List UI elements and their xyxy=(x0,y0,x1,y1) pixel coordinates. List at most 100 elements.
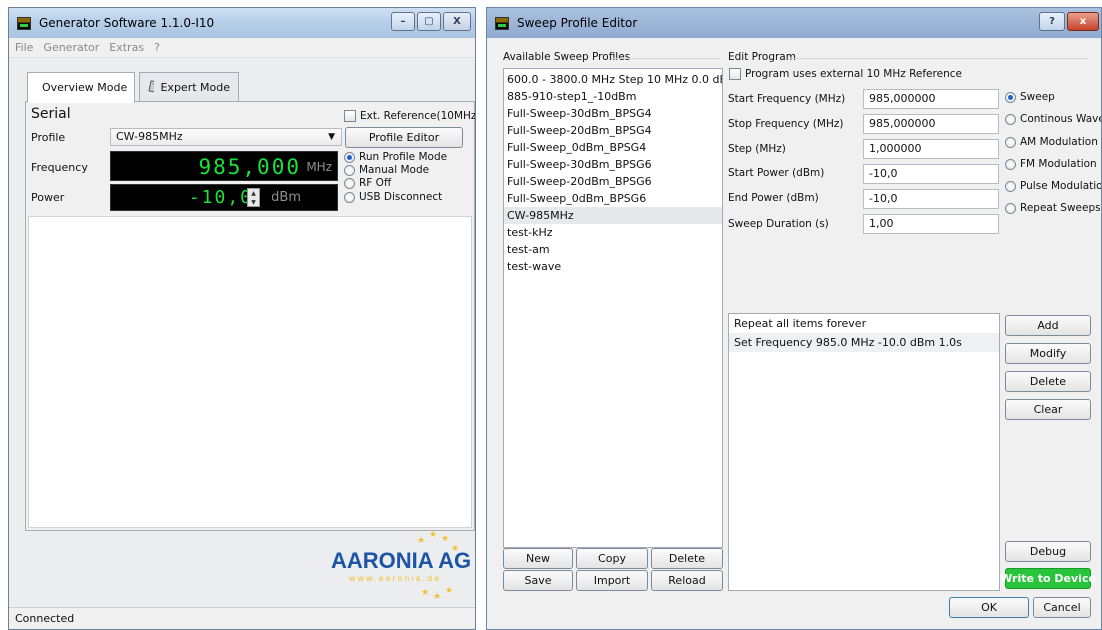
tab-overview-mode[interactable]: Overview Mode xyxy=(27,72,135,103)
start-frequency-input[interactable]: 985,000000 xyxy=(863,89,999,109)
maximize-button[interactable]: ▢ xyxy=(417,12,441,31)
list-item[interactable]: Repeat all items forever xyxy=(729,314,999,333)
menu-bar: File Generator Extras ? xyxy=(9,38,475,58)
end-power-input[interactable]: -10,0 xyxy=(863,189,999,209)
new-profile-button[interactable]: New xyxy=(503,548,573,569)
modify-step-button[interactable]: Modify xyxy=(1005,343,1091,364)
list-item[interactable]: test-wave xyxy=(504,258,722,275)
frequency-label: Frequency xyxy=(31,161,88,174)
radio-icon xyxy=(1005,158,1016,170)
chevron-down-icon: ▼ xyxy=(328,132,335,142)
power-display[interactable]: -10,0 ▲ ▼ dBm xyxy=(110,184,338,211)
profile-list[interactable]: 600.0 - 3800.0 MHz Step 10 MHz 0.0 dBm 2… xyxy=(503,68,723,548)
serial-group: Serial Ext. Reference(10MHz) Profile CW-… xyxy=(28,104,475,214)
save-profile-button[interactable]: Save xyxy=(503,570,573,591)
mode-run-profile-label: Run Profile Mode xyxy=(359,151,448,163)
mode-continuous-wave[interactable]: Continous Wave xyxy=(1005,113,1101,125)
list-item[interactable]: 600.0 - 3800.0 MHz Step 10 MHz 0.0 dBm 2… xyxy=(504,71,722,88)
ok-button[interactable]: OK xyxy=(949,597,1029,618)
menu-extras[interactable]: Extras xyxy=(109,41,144,54)
delete-profile-button[interactable]: Delete xyxy=(651,548,723,569)
profiles-group-title: Available Sweep Profiles xyxy=(503,51,631,63)
output-area xyxy=(28,216,472,528)
import-profile-button[interactable]: Import xyxy=(576,570,648,591)
cancel-button[interactable]: Cancel xyxy=(1033,597,1091,618)
reload-profiles-button[interactable]: Reload xyxy=(651,570,723,591)
start-power-input[interactable]: -10,0 xyxy=(863,164,999,184)
window-title: Sweep Profile Editor xyxy=(517,16,638,30)
power-label: Power xyxy=(31,191,65,204)
radio-icon xyxy=(344,191,355,203)
logo-star: ★ xyxy=(445,586,454,596)
list-item-selected[interactable]: CW-985MHz xyxy=(504,207,722,224)
mode-pulse-modulation[interactable]: Pulse Modulation xyxy=(1005,180,1101,192)
minimize-button[interactable]: – xyxy=(391,12,415,31)
close-button[interactable]: X xyxy=(443,12,471,31)
external-reference-checkbox[interactable]: Program uses external 10 MHz Reference xyxy=(729,68,962,80)
delete-step-button[interactable]: Delete xyxy=(1005,371,1091,392)
list-item[interactable]: Full-Sweep-30dBm_BPSG4 xyxy=(504,105,722,122)
mode-manual[interactable]: Manual Mode xyxy=(344,164,429,176)
logo-star: ★ xyxy=(433,592,442,602)
menu-generator[interactable]: Generator xyxy=(43,41,99,54)
radio-icon xyxy=(1005,202,1016,214)
menu-file[interactable]: File xyxy=(15,41,33,54)
help-button[interactable]: ? xyxy=(1039,12,1065,31)
program-steps-list[interactable]: Repeat all items forever Set Frequency 9… xyxy=(728,313,1000,591)
radio-icon xyxy=(1005,136,1016,148)
list-item[interactable]: Full-Sweep-30dBm_BPSG6 xyxy=(504,156,722,173)
mode-fm-modulation[interactable]: FM Modulation xyxy=(1005,158,1097,170)
sweep-duration-input[interactable]: 1,00 xyxy=(863,214,999,234)
edit-program-title: Edit Program xyxy=(728,51,796,63)
status-bar: Connected xyxy=(9,607,475,629)
ext-reference-checkbox[interactable]: Ext. Reference(10MHz) xyxy=(344,110,475,122)
title-bar[interactable]: Sweep Profile Editor ? x xyxy=(487,8,1101,38)
step-label: Step (MHz) xyxy=(728,143,786,155)
power-unit: dBm xyxy=(271,190,301,205)
logo-star: ★ xyxy=(429,530,438,540)
list-item[interactable]: test-am xyxy=(504,241,722,258)
mode-am-modulation[interactable]: AM Modulation xyxy=(1005,136,1098,148)
title-bar[interactable]: Generator Software 1.1.0-I10 – ▢ X xyxy=(9,8,475,38)
mode-usb-disconnect[interactable]: USB Disconnect xyxy=(344,191,442,203)
list-item[interactable]: test-kHz xyxy=(504,224,722,241)
step-input[interactable]: 1,000000 xyxy=(863,139,999,159)
clear-steps-button[interactable]: Clear xyxy=(1005,399,1091,420)
mode-rf-off[interactable]: RF Off xyxy=(344,177,391,189)
list-item[interactable]: 885-910-step1_-10dBm xyxy=(504,88,722,105)
app-icon xyxy=(495,17,509,30)
mode-am-modulation-label: AM Modulation xyxy=(1020,136,1098,148)
list-item-selected[interactable]: Set Frequency 985.0 MHz -10.0 dBm 1.0s xyxy=(729,333,999,352)
debug-button[interactable]: Debug xyxy=(1005,541,1091,562)
logo-star: ★ xyxy=(421,588,430,598)
copy-profile-button[interactable]: Copy xyxy=(576,548,648,569)
start-frequency-label: Start Frequency (MHz) xyxy=(728,93,846,105)
list-item[interactable]: Full-Sweep-20dBm_BPSG4 xyxy=(504,122,722,139)
radio-icon xyxy=(344,151,355,163)
list-item[interactable]: Full-Sweep-20dBm_BPSG6 xyxy=(504,173,722,190)
menu-help[interactable]: ? xyxy=(154,41,160,54)
radio-icon xyxy=(1005,91,1016,103)
divider xyxy=(611,58,721,59)
window-title: Generator Software 1.1.0-I10 xyxy=(39,16,215,30)
mode-sweep[interactable]: Sweep xyxy=(1005,91,1055,103)
tab-expert-mode[interactable]: Expert Mode xyxy=(139,72,239,102)
mode-repeat-sweeps-label: Repeat Sweeps xyxy=(1020,202,1101,214)
mode-run-profile[interactable]: Run Profile Mode xyxy=(344,151,447,163)
generator-software-window: Generator Software 1.1.0-I10 – ▢ X File … xyxy=(8,7,476,630)
frequency-unit: MHz xyxy=(306,160,332,174)
stop-frequency-input[interactable]: 985,000000 xyxy=(863,114,999,134)
list-item[interactable]: Full-Sweep_0dBm_BPSG4 xyxy=(504,139,722,156)
write-to-device-button[interactable]: Write to Device xyxy=(1000,568,1096,589)
add-step-button[interactable]: Add xyxy=(1005,315,1091,336)
radio-icon xyxy=(1005,180,1016,192)
list-item[interactable]: Full-Sweep_0dBm_BPSG6 xyxy=(504,190,722,207)
close-button[interactable]: x xyxy=(1067,12,1099,31)
profile-editor-button[interactable]: Profile Editor xyxy=(345,127,463,148)
power-spinner[interactable]: ▲ ▼ xyxy=(247,188,260,207)
mode-repeat-sweeps[interactable]: Repeat Sweeps xyxy=(1005,202,1101,214)
mode-sweep-label: Sweep xyxy=(1020,91,1055,103)
connection-status: Connected xyxy=(15,612,75,625)
mode-rf-off-label: RF Off xyxy=(359,177,392,189)
profile-select[interactable]: CW-985MHz ▼ xyxy=(110,128,342,146)
